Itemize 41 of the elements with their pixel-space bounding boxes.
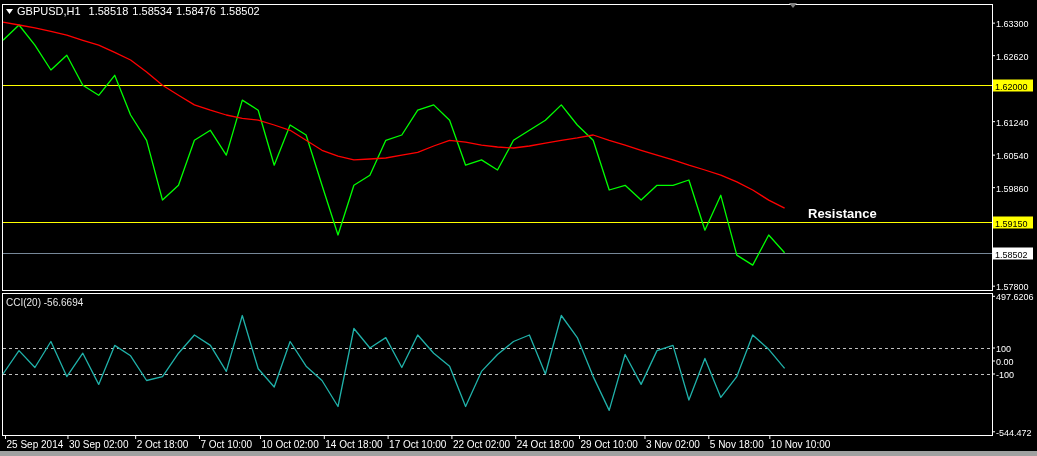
ref-line-label: 1.58502	[995, 249, 1028, 260]
time-label: 30 Sep 02:00	[68, 439, 129, 450]
time-label: 22 Oct 02:00	[452, 439, 511, 450]
chart-annotation: Resistance	[808, 205, 877, 221]
ref-line-label: 1.62000	[995, 81, 1028, 92]
dropdown-triangle-icon[interactable]	[6, 9, 13, 14]
time-label: 7 Oct 10:00	[200, 439, 253, 450]
axis-label: 497.6206	[996, 292, 1034, 303]
axis-label: 1.63300	[996, 19, 1029, 30]
time-label: 14 Oct 18:00	[325, 439, 383, 450]
axis-label: 1.60540	[996, 151, 1029, 162]
time-label: 29 Oct 10:00	[580, 439, 638, 450]
time-label: 17 Oct 10:00	[389, 439, 447, 450]
time-label: 10 Nov 10:00	[770, 439, 831, 450]
level-line[interactable]	[2, 348, 993, 349]
time-label: 10 Oct 02:00	[261, 439, 319, 450]
price-quote: 1.58518	[88, 5, 129, 18]
price-quote: 1.58476	[176, 5, 216, 18]
symbol-title: GBPUSD,H1	[17, 5, 81, 18]
axis-label: 0.00	[996, 357, 1014, 367]
axis-label: 1.59860	[996, 183, 1029, 194]
price-label: 1.58502	[993, 247, 1033, 260]
price-quote: 1.58502	[219, 5, 260, 18]
axis-label: 1.62620	[996, 51, 1029, 62]
axis-label: 1.57800	[996, 282, 1029, 292]
ref-line-label: 1.59150	[995, 218, 1028, 229]
time-label: 25 Sep 2014	[6, 439, 64, 450]
level-line[interactable]	[2, 374, 993, 375]
triangle-marker-icon[interactable]	[789, 3, 797, 8]
time-label: 2 Oct 18:00	[136, 439, 189, 450]
price-label: 1.62000	[993, 79, 1033, 92]
axis-label: -544.472	[996, 427, 1032, 438]
axis-label: -100	[996, 370, 1014, 380]
axis-label: 100	[996, 344, 1012, 354]
time-label: 3 Nov 02:00	[646, 439, 700, 450]
price-quote: 1.58534	[132, 5, 173, 18]
time-label: 24 Oct 18:00	[516, 439, 574, 450]
indicator-label: CCI(20) -56.6694	[6, 297, 84, 309]
time-label: 5 Nov 18:00	[709, 439, 764, 450]
price-label: 1.59150	[993, 216, 1033, 229]
axis-label: 1.61240	[996, 117, 1029, 128]
